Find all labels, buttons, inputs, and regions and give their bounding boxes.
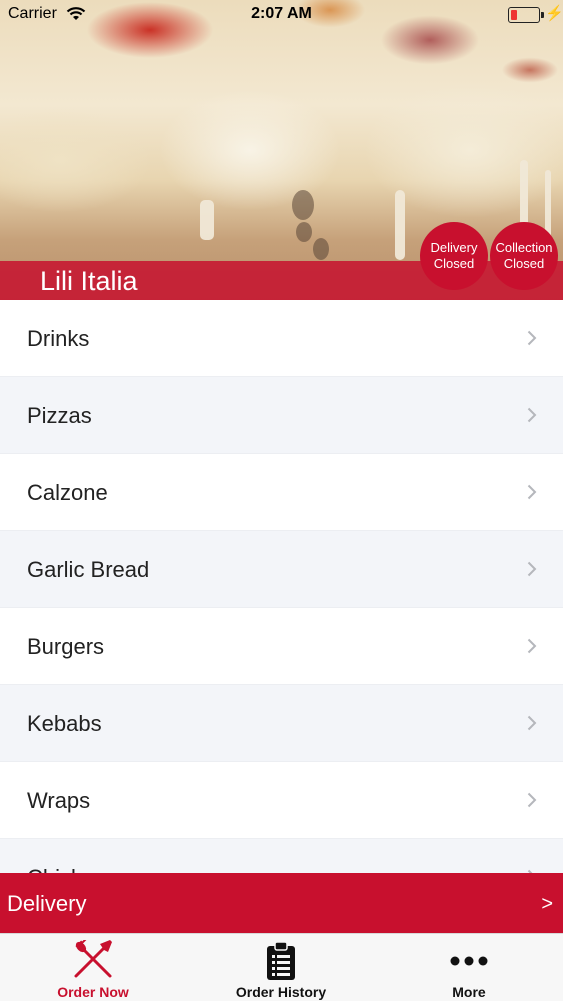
hero-image: Carrier 2:07 AM ⚡ Lili Italia Delivery C… xyxy=(0,0,563,300)
delivery-badge-line2: Closed xyxy=(433,256,475,271)
status-bar: Carrier 2:07 AM ⚡ xyxy=(0,0,563,30)
delivery-mode-bar[interactable]: Delivery > xyxy=(0,873,563,933)
menu-item-chicken[interactable]: Chicken xyxy=(0,839,563,873)
menu-item-burgers[interactable]: Burgers xyxy=(0,608,563,685)
chevron-right-icon xyxy=(527,792,537,808)
delivery-arrow-icon: > xyxy=(541,893,553,915)
tab-label: Order History xyxy=(235,984,327,1000)
delivery-badge-line1: Delivery xyxy=(430,240,478,255)
menu-item-pizzas[interactable]: Pizzas xyxy=(0,377,563,454)
menu-item-label: Garlic Bread xyxy=(27,557,150,582)
tab-order-now[interactable]: Order Now xyxy=(33,934,153,1001)
menu-category-list[interactable]: Drinks Pizzas Calzone Garlic Bread Burge… xyxy=(0,300,563,873)
clock: 2:07 AM xyxy=(251,5,312,22)
chevron-right-icon xyxy=(527,561,537,577)
tab-label: Order Now xyxy=(57,984,129,1000)
menu-item-label: Wraps xyxy=(27,788,91,813)
fork-knife-icon xyxy=(74,940,112,978)
menu-item-label: Kebabs xyxy=(27,711,102,736)
bottom-tab-bar: Order Now Order History More xyxy=(0,933,563,1001)
menu-item-label: Pizzas xyxy=(27,403,92,428)
delivery-mode-label: Delivery xyxy=(7,891,87,916)
menu-item-calzone[interactable]: Calzone xyxy=(0,454,563,531)
tab-label: More xyxy=(452,984,486,1000)
menu-item-kebabs[interactable]: Kebabs xyxy=(0,685,563,762)
restaurant-name: Lili Italia xyxy=(40,266,138,296)
tab-more[interactable]: More xyxy=(420,934,518,1001)
menu-item-label: Calzone xyxy=(27,480,108,505)
menu-item-label: Drinks xyxy=(27,326,90,351)
chevron-right-icon xyxy=(527,330,537,346)
collection-badge-line1: Collection xyxy=(495,240,553,255)
chevron-right-icon xyxy=(527,638,537,654)
tab-order-history[interactable]: Order History xyxy=(215,934,347,1001)
chevron-right-icon xyxy=(527,407,537,423)
menu-item-label: Burgers xyxy=(27,634,105,659)
chevron-right-icon xyxy=(527,715,537,731)
menu-item-garlic-bread[interactable]: Garlic Bread xyxy=(0,531,563,608)
chevron-right-icon xyxy=(527,484,537,500)
menu-item-label: Chicken xyxy=(27,865,106,873)
menu-item-wraps[interactable]: Wraps xyxy=(0,762,563,839)
collection-status-badge: Collection Closed xyxy=(490,222,558,290)
battery-icon xyxy=(508,7,544,23)
menu-item-drinks[interactable]: Drinks xyxy=(0,300,563,377)
collection-badge-line2: Closed xyxy=(503,256,545,271)
more-dots-icon xyxy=(450,956,488,966)
delivery-status-badge: Delivery Closed xyxy=(420,222,488,290)
clipboard-list-icon xyxy=(267,941,295,980)
charging-bolt-icon: ⚡ xyxy=(545,5,563,22)
